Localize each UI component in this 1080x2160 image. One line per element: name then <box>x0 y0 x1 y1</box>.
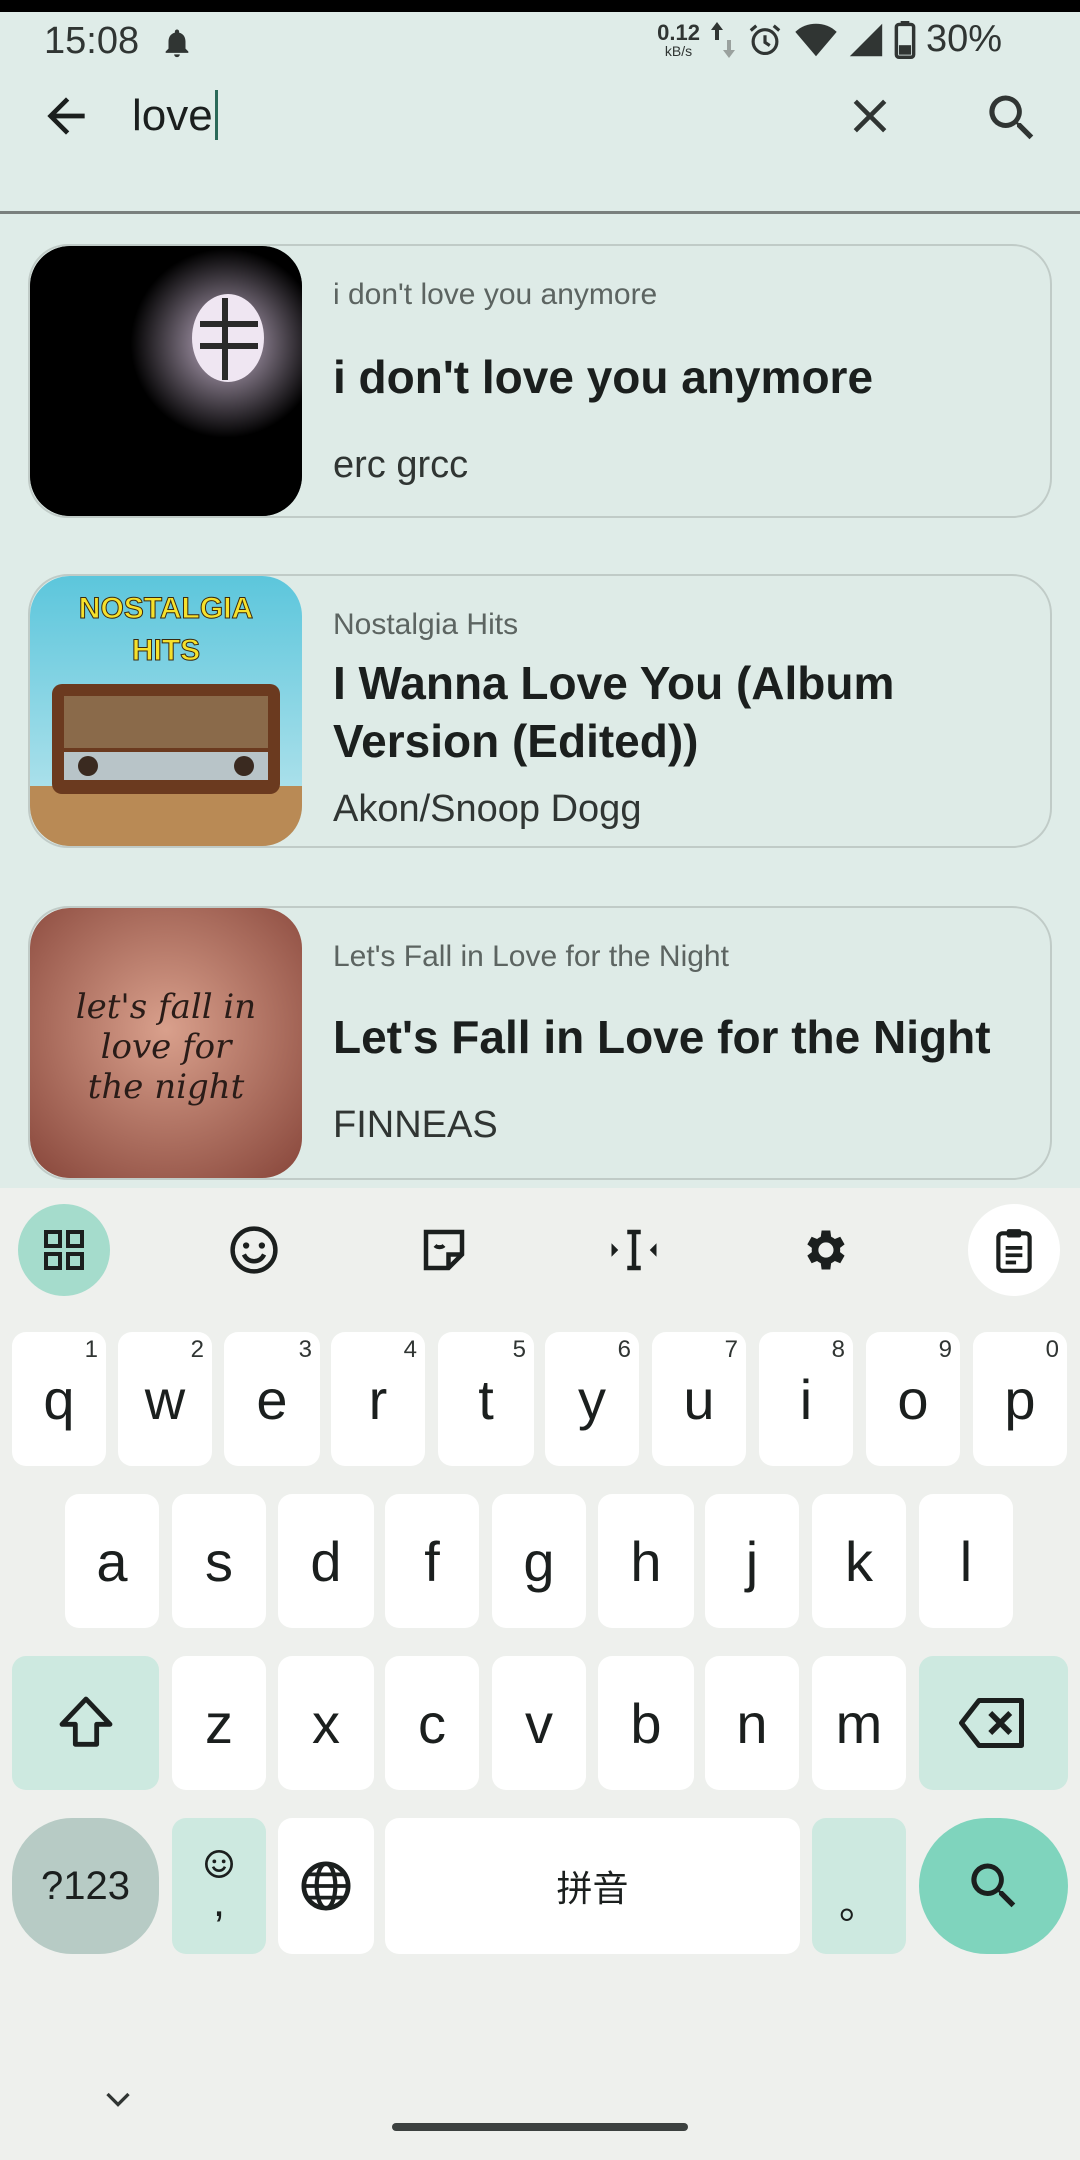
battery-percent: 30% <box>925 18 1002 60</box>
search-result-card[interactable]: i don't love you anymore i don't love yo… <box>28 244 1052 518</box>
key-x[interactable]: x <box>278 1656 374 1790</box>
key-i[interactable]: i8 <box>759 1332 853 1466</box>
album-name: Nostalgia Hits <box>333 608 519 641</box>
key-m[interactable]: m <box>812 1656 906 1790</box>
svg-text:NOSTALGIA: NOSTALGIA <box>79 592 253 625</box>
key-g[interactable]: g <box>492 1494 586 1628</box>
apps-grid-icon[interactable] <box>18 1204 110 1296</box>
album-name: i don't love you anymore <box>333 278 658 311</box>
clipboard-icon[interactable] <box>968 1204 1060 1296</box>
key-z[interactable]: z <box>172 1656 266 1790</box>
key-f[interactable]: f <box>385 1494 479 1628</box>
key-w[interactable]: w2 <box>118 1332 212 1466</box>
key-k[interactable]: k <box>812 1494 906 1628</box>
key-c[interactable]: c <box>385 1656 479 1790</box>
key-a[interactable]: a <box>65 1494 159 1628</box>
svg-text:HITS: HITS <box>132 634 200 667</box>
key-b[interactable]: b <box>598 1656 694 1790</box>
period-key[interactable]: 。 <box>812 1818 906 1954</box>
hide-keyboard-chevron-icon[interactable] <box>100 2082 136 2118</box>
emoji-comma-key[interactable]: , <box>172 1818 266 1954</box>
shift-key[interactable] <box>12 1656 159 1790</box>
wifi-icon <box>795 23 837 56</box>
cursor-control-icon[interactable] <box>588 1204 680 1296</box>
search-result-card[interactable]: let's fall in love for the night Let's F… <box>28 906 1052 1180</box>
top-edge <box>0 0 1080 12</box>
key-p[interactable]: p0 <box>973 1332 1067 1466</box>
artist-name: Akon/Snoop Dogg <box>333 788 642 830</box>
key-y[interactable]: y6 <box>545 1332 639 1466</box>
key-t[interactable]: t5 <box>438 1332 534 1466</box>
song-title: I Wanna Love You (Album Version (Edited)… <box>333 657 895 767</box>
home-gesture-bar[interactable] <box>392 2123 688 2131</box>
svg-text:the night: the night <box>88 1067 245 1107</box>
data-transfer-icon <box>710 21 735 58</box>
key-s[interactable]: s <box>172 1494 266 1628</box>
album-art <box>30 246 302 516</box>
search-app-bar: love <box>0 70 1080 212</box>
soft-keyboard: q1 w2 e3 r4 t5 y6 u7 i8 o9 p0 a s d f g … <box>0 1188 1080 2160</box>
artist-name: FINNEAS <box>333 1104 498 1146</box>
notification-bell-icon <box>165 29 189 58</box>
key-h[interactable]: h <box>598 1494 694 1628</box>
album-name: Let's Fall in Love for the Night <box>333 940 729 973</box>
key-n[interactable]: n <box>705 1656 799 1790</box>
alarm-icon <box>749 24 781 55</box>
network-speed: 0.12 kB/s <box>657 19 700 59</box>
status-icons: 0.12 kB/s 30% <box>657 18 1002 61</box>
sticker-icon[interactable] <box>398 1204 490 1296</box>
svg-text:let's fall in: let's fall in <box>76 987 256 1027</box>
artist-name: erc grcc <box>333 444 469 486</box>
key-e[interactable]: e3 <box>224 1332 320 1466</box>
search-result-card[interactable]: NOSTALGIA HITS Nostalgia Hits I Wanna Lo… <box>28 574 1052 848</box>
key-o[interactable]: o9 <box>866 1332 960 1466</box>
back-arrow-icon[interactable] <box>38 88 94 144</box>
key-d[interactable]: d <box>278 1494 374 1628</box>
language-key[interactable] <box>278 1818 374 1954</box>
status-bar: 15:08 0.12 kB/s 30% <box>0 12 1080 70</box>
key-r[interactable]: r4 <box>331 1332 425 1466</box>
search-query-text: love <box>132 91 213 140</box>
small-emoji-icon <box>205 1850 233 1878</box>
key-v[interactable]: v <box>492 1656 586 1790</box>
clock: 15:08 <box>44 20 140 62</box>
settings-gear-icon[interactable] <box>778 1204 870 1296</box>
shift-arrow-icon <box>59 1696 112 1747</box>
clear-search-icon[interactable] <box>842 88 898 144</box>
song-title: Let's Fall in Love for the Night <box>333 1011 991 1063</box>
symbols-key[interactable]: ?123 <box>12 1818 159 1954</box>
album-art: NOSTALGIA HITS <box>30 576 302 846</box>
svg-text:love for: love for <box>101 1027 234 1067</box>
key-q[interactable]: q1 <box>12 1332 106 1466</box>
key-u[interactable]: u7 <box>652 1332 746 1466</box>
album-art: let's fall in love for the night <box>30 908 302 1178</box>
cell-signal-icon <box>849 23 883 56</box>
key-j[interactable]: j <box>705 1494 799 1628</box>
backspace-key[interactable] <box>919 1656 1068 1790</box>
search-input[interactable]: love <box>132 88 218 144</box>
space-key[interactable]: 拼音 <box>385 1818 800 1954</box>
text-cursor <box>214 90 218 141</box>
search-action-key[interactable] <box>919 1818 1068 1954</box>
app-bar-divider <box>0 211 1080 214</box>
search-icon <box>970 1863 1015 1908</box>
emoji-icon[interactable] <box>208 1204 300 1296</box>
backspace-icon <box>958 1698 1024 1748</box>
globe-icon <box>301 1861 351 1911</box>
song-title: i don't love you anymore <box>333 351 874 403</box>
key-l[interactable]: l <box>919 1494 1013 1628</box>
keyboard-toolbar <box>0 1188 1080 1308</box>
search-icon[interactable] <box>982 88 1042 148</box>
battery-icon <box>894 20 916 59</box>
